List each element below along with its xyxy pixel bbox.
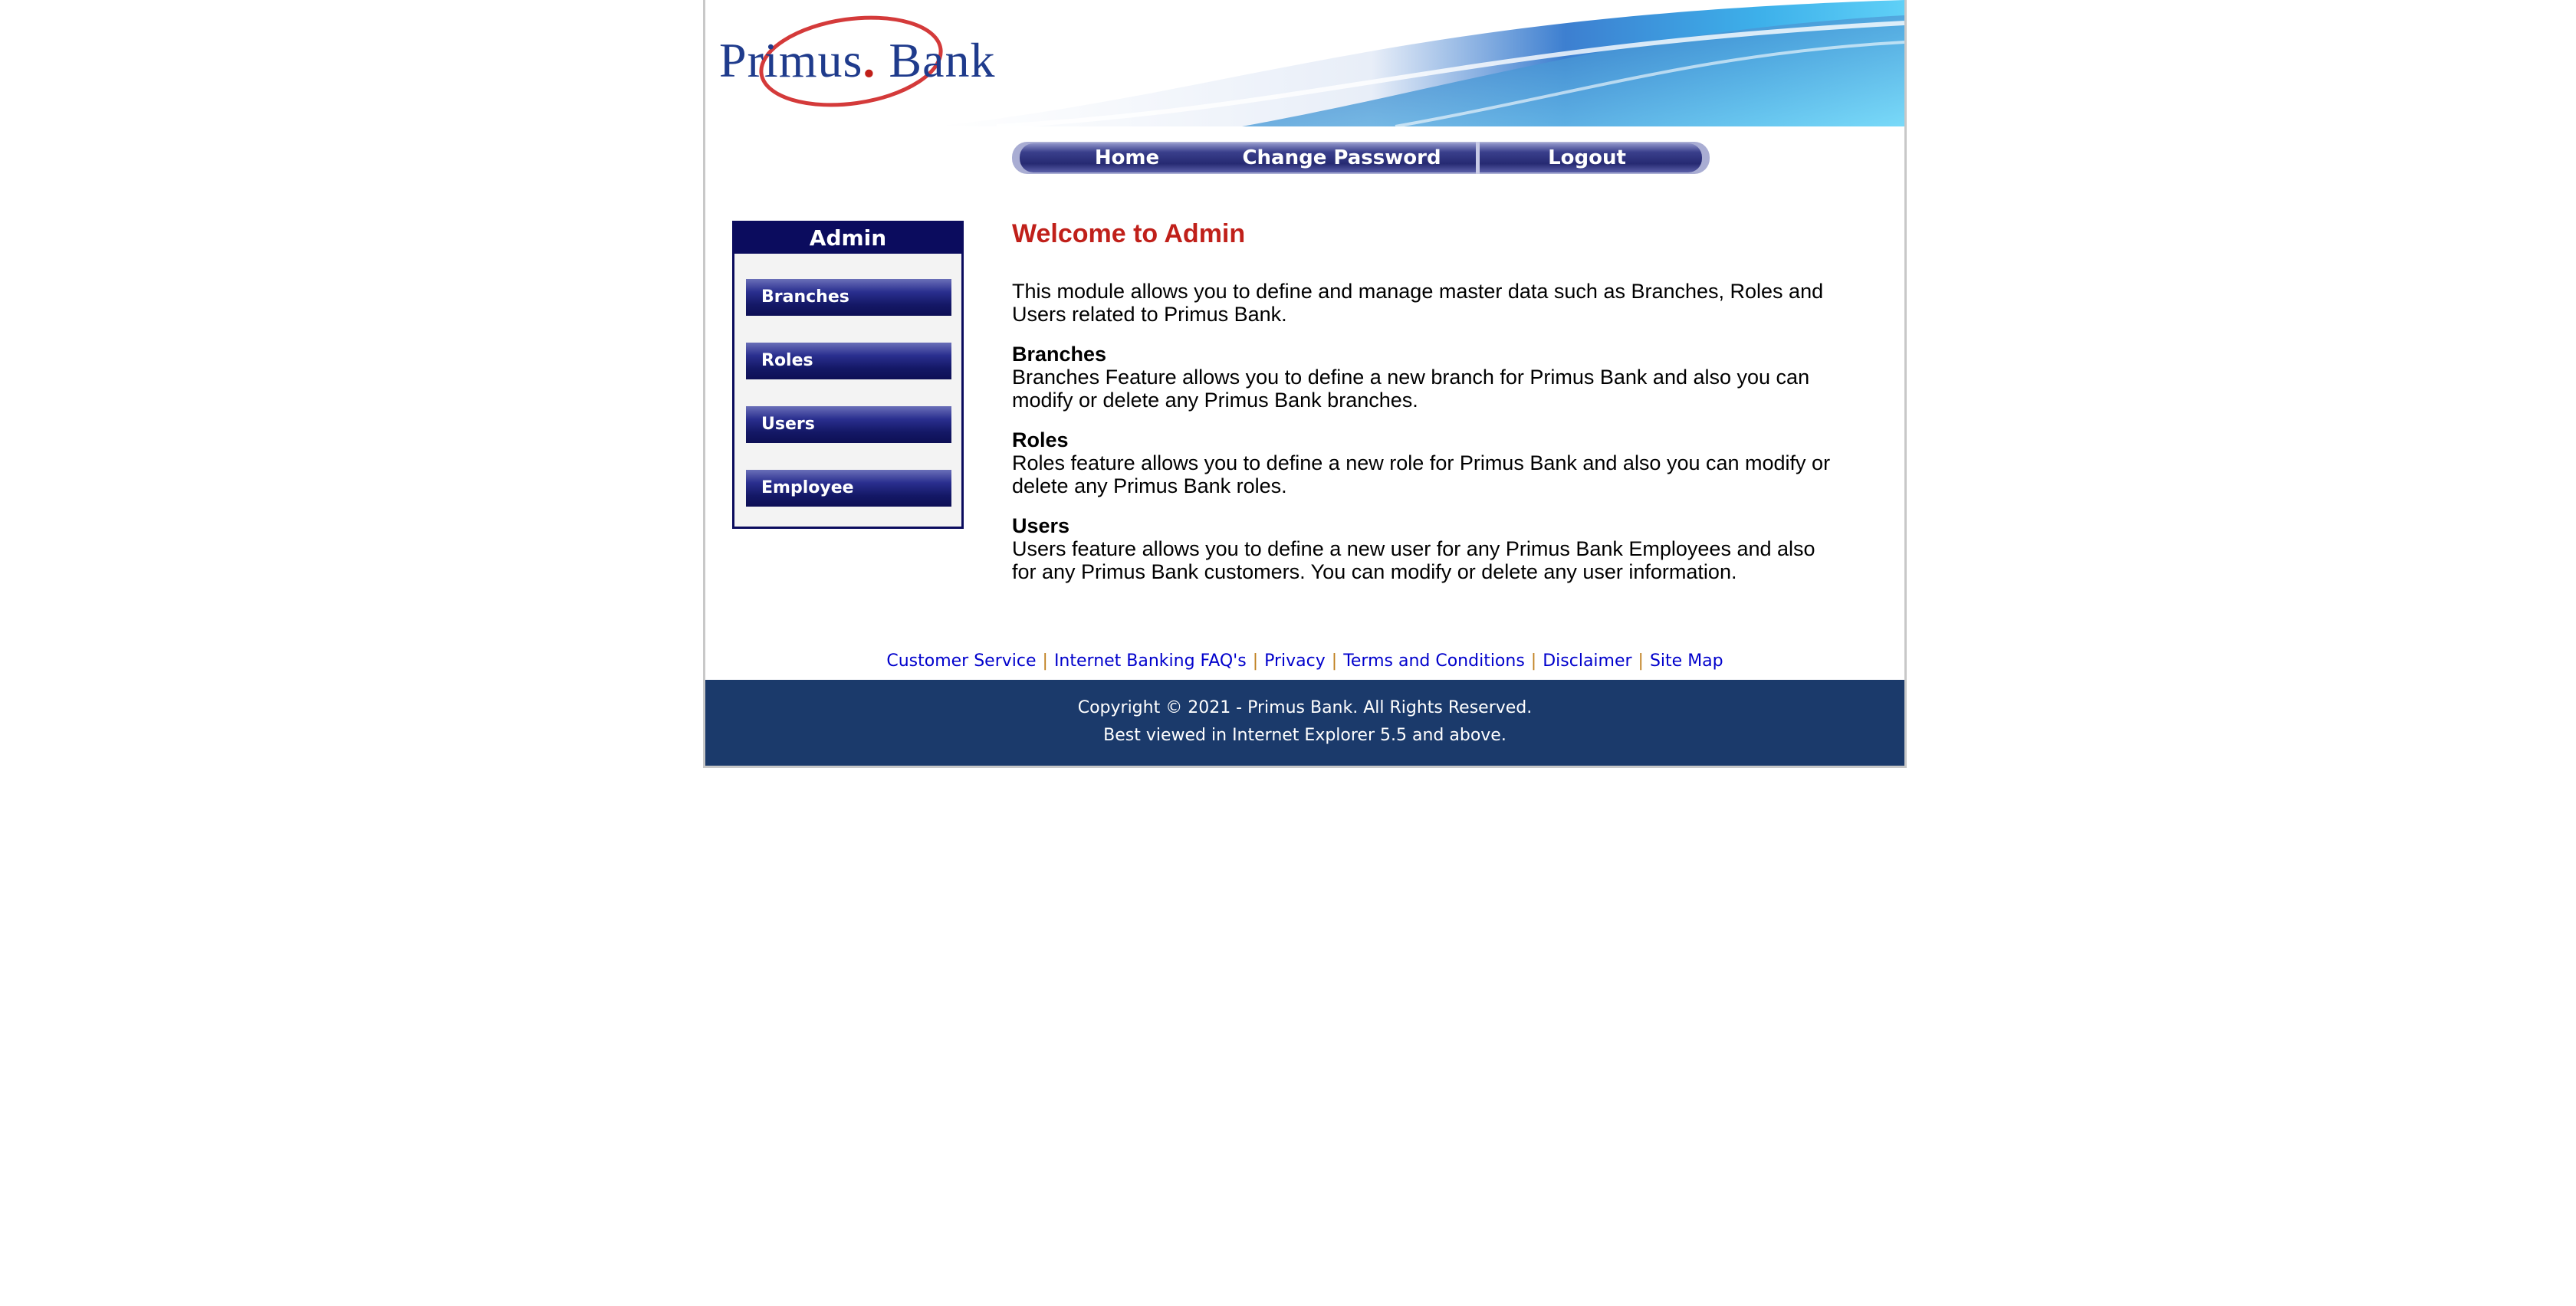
logo-dot: .	[863, 33, 876, 87]
nav-home-link[interactable]: Home	[1058, 140, 1196, 176]
section-text: Branches Feature allows you to define a …	[1012, 366, 1810, 412]
link-separator: |	[1252, 651, 1259, 671]
section-text: Roles feature allows you to define a new…	[1012, 451, 1831, 497]
link-separator: |	[1638, 651, 1644, 671]
section-text: Users feature allows you to define a new…	[1012, 537, 1815, 583]
page-title: Welcome to Admin	[1012, 219, 1246, 248]
footer-band: Copyright © 2021 - Primus Bank. All Righ…	[705, 680, 1904, 766]
sidebar-item-employee[interactable]: Employee	[746, 470, 951, 507]
main-content: Welcome to Admin This module allows you …	[1012, 218, 1840, 600]
primus-bank-logo[interactable]: Primus. Bank	[719, 32, 995, 89]
logo-primus: Primus	[719, 33, 863, 87]
sidebar-item-users[interactable]: Users	[746, 406, 951, 443]
admin-sidebar: Admin Branches Roles Users Employee	[732, 221, 964, 529]
footer-link-disclaimer[interactable]: Disclaimer	[1543, 651, 1631, 671]
section-branches: Branches Branches Feature allows you to …	[1012, 343, 1840, 412]
footer-links: Customer Service | Internet Banking FAQ's |…	[705, 651, 1904, 671]
section-roles: Roles Roles feature allows you to define…	[1012, 428, 1840, 497]
main-nav: Home Change Password Logout	[1012, 140, 1710, 176]
page-frame: Primus. Bank Home Change Password Logout…	[703, 0, 1907, 768]
logo-bank: Bank	[876, 33, 996, 87]
sidebar-item-roles[interactable]: Roles	[746, 343, 951, 379]
intro-text: This module allows you to define and man…	[1012, 280, 1824, 326]
footer-link-faq[interactable]: Internet Banking FAQ's	[1054, 651, 1247, 671]
footer-link-terms[interactable]: Terms and Conditions	[1343, 651, 1525, 671]
copyright-text: Copyright © 2021 - Primus Bank. All Righ…	[1077, 698, 1533, 717]
section-users: Users Users feature allows you to define…	[1012, 514, 1840, 583]
footer-link-site-map[interactable]: Site Map	[1650, 651, 1723, 671]
section-title: Roles	[1012, 428, 1069, 451]
browser-note: Best viewed in Internet Explorer 5.5 and…	[1103, 726, 1506, 745]
link-separator: |	[1331, 651, 1338, 671]
sidebar-item-branches[interactable]: Branches	[746, 279, 951, 316]
sidebar-title: Admin	[734, 223, 961, 254]
nav-logout-link[interactable]: Logout	[1503, 140, 1671, 176]
link-separator: |	[1042, 651, 1048, 671]
nav-change-password-link[interactable]: Change Password	[1242, 140, 1441, 176]
section-title: Users	[1012, 514, 1070, 537]
header-banner: Primus. Bank	[705, 0, 1904, 126]
footer-link-customer-service[interactable]: Customer Service	[886, 651, 1036, 671]
footer-link-privacy[interactable]: Privacy	[1264, 651, 1326, 671]
link-separator: |	[1530, 651, 1537, 671]
section-title: Branches	[1012, 343, 1107, 366]
